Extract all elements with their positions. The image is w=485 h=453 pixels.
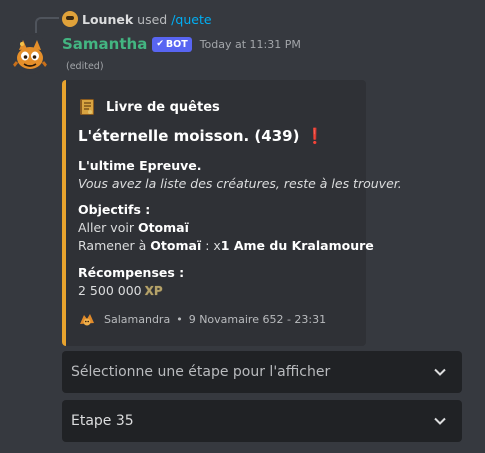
embed-title: L'éternelle moisson. (439) ❗ xyxy=(78,127,324,145)
step-select-dropdown[interactable]: Sélectionne une étape pour l'afficher xyxy=(62,351,462,393)
current-step-dropdown[interactable]: Etape 35 xyxy=(62,400,462,442)
objectives-field: Objectifs : Aller voir Otomaï Ramener à … xyxy=(78,201,374,255)
message-header: Samantha ✔ BOT Today at 11:31 PM xyxy=(62,34,301,54)
cat-pet-icon xyxy=(80,314,94,326)
footer-separator: • xyxy=(176,312,183,326)
objective-npc: Otomaï xyxy=(150,238,202,253)
reward-xp: 2 500 000 XP xyxy=(78,283,163,298)
bot-badge-label: BOT xyxy=(165,38,188,50)
chevron-down-icon xyxy=(434,368,446,376)
exclamation-icon: ❗ xyxy=(305,127,325,145)
objective-item: 1 Ame du Kralamoure xyxy=(220,238,374,253)
message-timestamp[interactable]: Today at 11:31 PM xyxy=(200,38,301,51)
footer-date: 9 Novamaire 652 - 23:31 xyxy=(188,312,327,326)
rewards-field: Récompenses : 2 500 000 XP xyxy=(78,264,184,300)
reply-action: used xyxy=(137,11,168,27)
step-heading: L'ultime Epreuve. xyxy=(78,158,202,173)
reply-username[interactable]: Lounek xyxy=(82,12,133,27)
samantha-avatar-icon xyxy=(11,40,49,69)
reply-command[interactable]: /quete xyxy=(171,12,211,27)
xp-icon: XP xyxy=(144,284,163,298)
quest-book-icon xyxy=(80,99,94,115)
quest-title: L'éternelle moisson. (439) xyxy=(78,127,300,145)
step-text: Vous avez la liste des créatures, reste … xyxy=(78,176,402,191)
chevron-down-icon xyxy=(434,417,446,425)
objective-npc: Otomaï xyxy=(137,220,189,235)
bot-badge: ✔ BOT xyxy=(152,36,192,52)
rewards-label: Récompenses : xyxy=(78,265,185,280)
embed-author-name: Livre de quêtes xyxy=(106,99,220,115)
quest-embed: Livre de quêtes L'éternelle moisson. (43… xyxy=(62,80,402,346)
embed-description: L'ultime Epreuve. Vous avez la liste des… xyxy=(78,157,402,193)
embed-author: Livre de quêtes xyxy=(78,97,220,117)
verified-check-icon: ✔ xyxy=(156,39,164,49)
edited-label: (edited) xyxy=(66,61,104,72)
step-select-placeholder: Sélectionne une étape pour l'afficher xyxy=(71,364,331,380)
objective-line: Aller voir Otomaï xyxy=(78,220,189,235)
objectives-label: Objectifs : xyxy=(78,202,151,217)
reply-reference[interactable]: Lounek used /quete xyxy=(62,10,212,28)
current-step-label: Etape 35 xyxy=(71,413,134,429)
embed-footer: Salamandra • 9 Novamaire 652 - 23:31 xyxy=(78,311,326,327)
reply-avatar xyxy=(62,11,78,27)
reply-connector xyxy=(35,17,59,33)
avatar[interactable] xyxy=(10,34,50,74)
footer-server: Salamandra xyxy=(104,312,171,326)
bot-username[interactable]: Samantha xyxy=(62,35,147,53)
objective-line: Ramener à Otomaï : x1 Ame du Kralamoure xyxy=(78,238,374,253)
